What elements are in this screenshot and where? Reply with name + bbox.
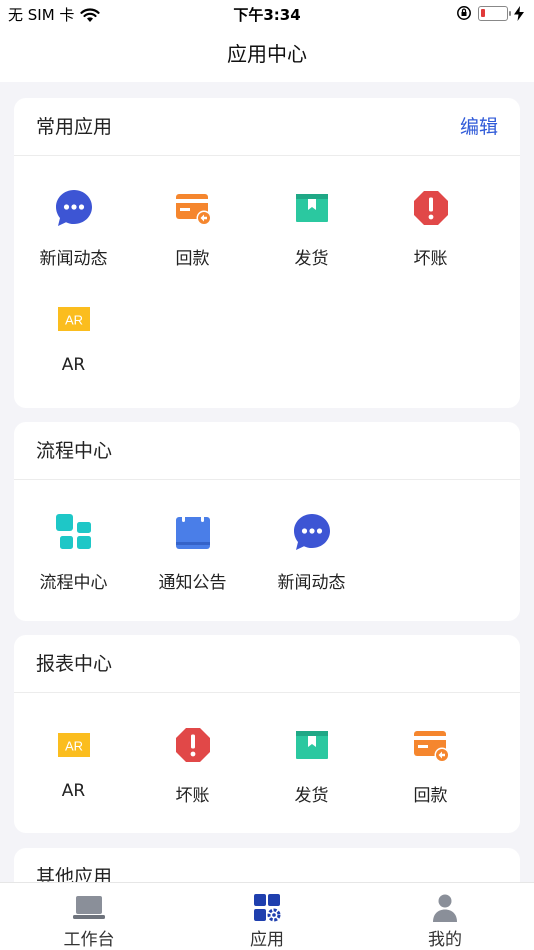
app-item-payment[interactable]: 回款	[371, 705, 490, 816]
payment-card-icon	[175, 194, 211, 226]
nav-bar: 应用中心	[0, 28, 534, 82]
app-item-label: AR	[61, 781, 86, 801]
calendar-notice-icon	[175, 514, 210, 549]
laptop-icon	[73, 896, 105, 919]
orientation-lock-icon	[457, 6, 471, 20]
ar-badge-text: AR	[64, 313, 82, 328]
user-icon	[433, 894, 457, 922]
app-item-payment[interactable]: 回款	[133, 168, 252, 279]
payment-card-icon	[413, 731, 449, 763]
app-item-bad-debt[interactable]: 坏账	[371, 168, 490, 279]
app-item-label: 新闻动态	[39, 249, 108, 269]
app-item-label: 流程中心	[39, 573, 108, 593]
alert-octagon-icon	[413, 191, 448, 225]
app-grid: AR AR 坏账 发货 回款	[14, 693, 520, 816]
section-header: 常用应用 编辑	[14, 98, 520, 156]
app-item-label: 回款	[413, 786, 448, 806]
tab-workbench[interactable]: 工作台	[0, 883, 178, 950]
app-item-label: 发货	[294, 786, 329, 806]
tab-label: 我的	[428, 930, 462, 950]
app-grid: 流程中心 通知公告 新闻动态	[14, 480, 520, 603]
app-item-news[interactable]: 新闻动态	[252, 492, 371, 603]
ar-badge-text: AR	[64, 739, 82, 754]
chat-bubble-icon	[55, 190, 92, 226]
section-title: 其他应用	[36, 866, 113, 882]
section-title: 常用应用	[36, 116, 113, 138]
app-item-label: 新闻动态	[277, 573, 346, 593]
app-grid: 新闻动态 回款 发货 坏账 AR AR	[14, 156, 520, 390]
tab-apps[interactable]: 应用	[178, 883, 356, 950]
status-right	[456, 5, 524, 21]
app-item-ar[interactable]: AR AR	[14, 705, 133, 816]
delivery-box-icon	[295, 194, 328, 222]
app-item-process[interactable]: 流程中心	[14, 492, 133, 603]
app-item-ar[interactable]: AR AR	[14, 279, 133, 390]
app-item-label: AR	[61, 355, 86, 375]
app-item-news[interactable]: 新闻动态	[14, 168, 133, 279]
delivery-box-icon	[295, 731, 328, 759]
app-item-notice[interactable]: 通知公告	[133, 492, 252, 603]
app-item-delivery[interactable]: 发货	[252, 168, 371, 279]
section-common-apps: 常用应用 编辑 新闻动态 回款 发货 坏账 AR AR	[14, 98, 520, 408]
app-item-label: 坏账	[413, 249, 448, 269]
app-item-label: 发货	[294, 249, 329, 269]
app-item-delivery[interactable]: 发货	[252, 705, 371, 816]
ar-badge-icon: AR	[57, 307, 90, 331]
alert-octagon-icon	[175, 728, 210, 762]
blocks-icon	[55, 514, 91, 549]
section-header: 报表中心	[14, 635, 520, 693]
section-other-apps: 其他应用	[14, 848, 520, 882]
tab-bar: 工作台 应用 我的	[0, 882, 534, 950]
status-bar: 无 SIM 卡 下午3:34	[0, 0, 534, 28]
status-time: 下午3:34	[233, 6, 301, 24]
tab-label: 工作台	[63, 930, 115, 950]
section-report-center: 报表中心 AR AR 坏账 发货 回款	[14, 635, 520, 833]
edit-button[interactable]: 编辑	[460, 98, 498, 156]
app-item-bad-debt[interactable]: 坏账	[133, 705, 252, 816]
section-title: 报表中心	[36, 653, 113, 675]
page-title: 应用中心	[227, 42, 307, 66]
apps-grid-icon	[254, 894, 281, 922]
battery-level	[481, 8, 485, 17]
app-item-label: 回款	[175, 249, 210, 269]
chat-bubble-icon	[293, 514, 330, 550]
section-header: 流程中心	[14, 422, 520, 480]
tab-mine[interactable]: 我的	[356, 883, 534, 950]
tab-label: 应用	[250, 930, 284, 950]
charging-bolt-icon	[514, 5, 524, 21]
app-item-label: 坏账	[175, 786, 210, 806]
app-item-label: 通知公告	[158, 573, 227, 593]
section-title: 流程中心	[36, 440, 113, 462]
section-process-center: 流程中心 流程中心 通知公告 新闻动态	[14, 422, 520, 621]
ar-badge-icon: AR	[57, 733, 90, 757]
battery-icon	[478, 5, 511, 21]
section-header: 其他应用	[14, 848, 520, 882]
